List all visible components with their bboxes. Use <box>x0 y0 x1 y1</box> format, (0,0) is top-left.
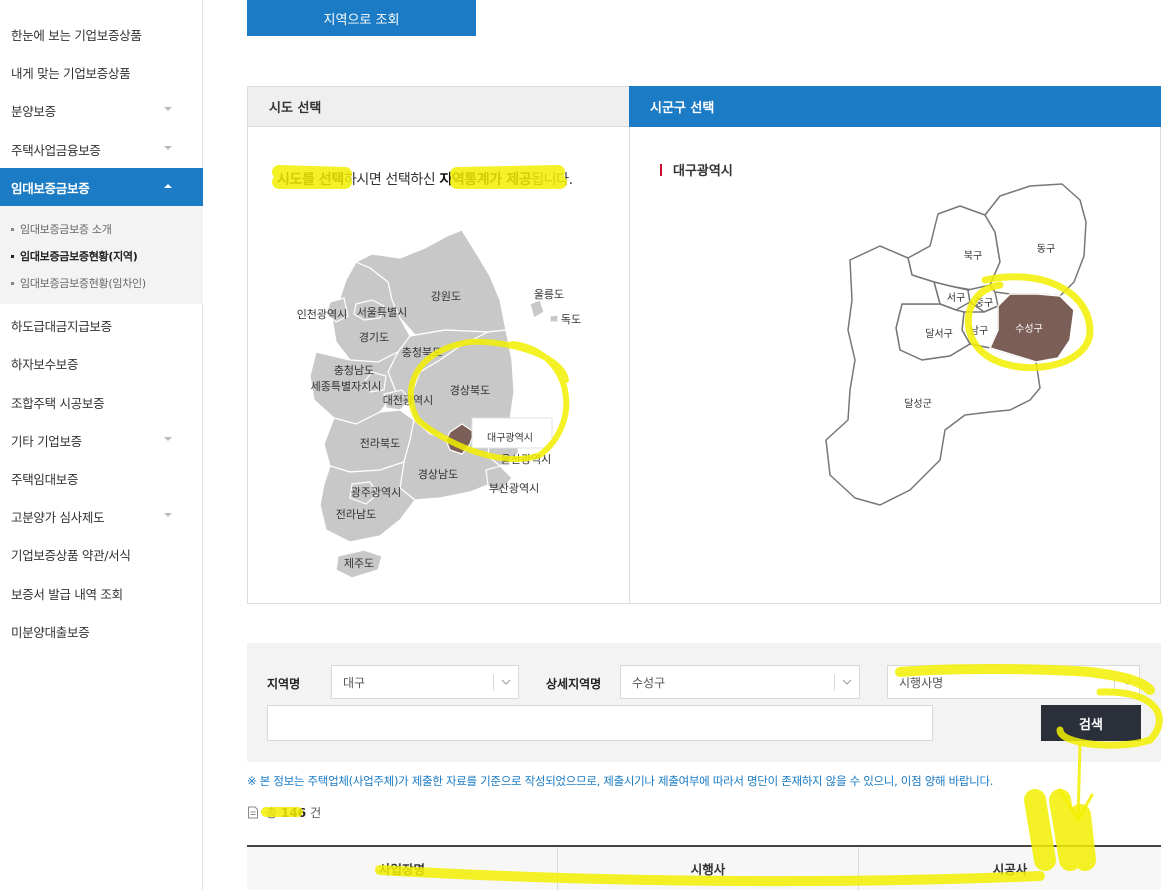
province-label: 제주도 <box>344 557 374 570</box>
search-form <box>247 643 1161 762</box>
select-divider <box>834 674 835 691</box>
province-dokdo[interactable] <box>549 314 559 323</box>
province-label: 충청북도 <box>402 346 442 359</box>
district-label: 달성군 <box>904 398 932 410</box>
province-label: 전라북도 <box>360 437 400 450</box>
results-table-header: 사업장명 시행사 시공사 <box>247 845 1161 890</box>
total-number: 146 <box>281 805 307 820</box>
total-prefix: 총 <box>266 806 278 820</box>
detail-region-select[interactable]: 수성구 <box>620 665 860 699</box>
province-label: 세종특별자치시 <box>311 380 382 393</box>
region-select-value: 대구 <box>343 675 366 690</box>
province-ulleung[interactable] <box>529 299 545 319</box>
province-label: 인천광역시 <box>297 307 348 321</box>
province-label: 울산광역시 <box>501 453 552 466</box>
district-label: 중구 <box>975 297 993 309</box>
column-header-site[interactable]: 사업장명 <box>247 847 557 890</box>
total-count: 총 146 건 <box>247 804 321 821</box>
province-label: 울릉도 <box>534 288 564 301</box>
province-label: 독도 <box>561 313 581 326</box>
province-label: 충청남도 <box>334 364 374 377</box>
district-label: 서구 <box>947 292 965 304</box>
column-header-developer[interactable]: 시행사 <box>558 847 858 890</box>
district-label: 동구 <box>1037 243 1055 255</box>
select-divider <box>1114 674 1115 691</box>
document-icon <box>248 806 258 819</box>
province-label: 경기도 <box>359 331 389 344</box>
province-label: 대구광역시 <box>487 432 533 444</box>
detail-region-select-value: 수성구 <box>632 675 666 690</box>
province-label: 대전광역시 <box>383 394 434 407</box>
region-select[interactable]: 대구 <box>331 665 519 699</box>
total-suffix: 건 <box>310 806 322 820</box>
province-label: 경상남도 <box>418 468 458 481</box>
province-label: 광주광역시 <box>351 486 402 499</box>
developer-select[interactable]: 시행사명 <box>887 665 1140 699</box>
column-header-constructor[interactable]: 시공사 <box>859 847 1161 890</box>
region-label: 지역명 <box>267 677 301 691</box>
district-label: 달서구 <box>925 328 953 340</box>
developer-select-value: 시행사명 <box>899 675 944 690</box>
chevron-down-icon <box>501 679 511 685</box>
search-button[interactable]: 검색 <box>1041 705 1141 741</box>
district-dong[interactable] <box>984 183 1087 297</box>
keyword-input[interactable] <box>267 705 933 741</box>
province-label: 부산광역시 <box>489 482 540 495</box>
province-label: 전라남도 <box>336 508 376 521</box>
chevron-down-icon <box>842 679 852 685</box>
province-label: 강원도 <box>431 290 461 303</box>
notice-text: ※ 본 정보는 주택업체(사업주체)가 제출한 자료를 기준으로 작성되었으므로… <box>247 774 994 788</box>
district-label: 남구 <box>970 325 988 337</box>
province-label: 경상북도 <box>450 384 490 397</box>
search-button-label: 검색 <box>1079 717 1103 733</box>
province-label: 서울특별시 <box>357 306 408 319</box>
district-label: 수성구 <box>1015 323 1043 335</box>
district-label: 북구 <box>964 250 982 262</box>
chevron-down-icon <box>1122 679 1132 685</box>
select-divider <box>493 674 494 691</box>
detail-region-label: 상세지역명 <box>546 677 602 691</box>
